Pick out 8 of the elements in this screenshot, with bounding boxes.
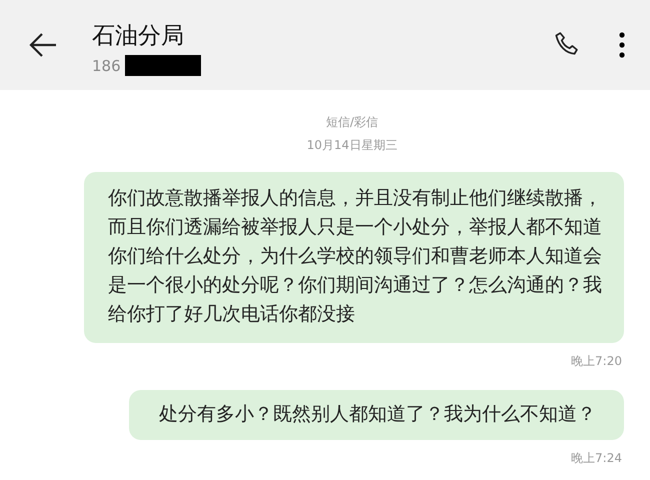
channel-label: 短信/彩信 <box>326 114 378 131</box>
message-bubble: 处分有多小？既然别人都知道了？我为什么不知道？ <box>129 390 624 440</box>
message-time: 晚上7:20 <box>571 353 622 370</box>
date-label: 10月14日星期三 <box>306 137 398 154</box>
phone-number: 186 <box>92 56 121 74</box>
contact-name: 石油分局 <box>92 22 185 51</box>
message-time: 晚上7:24 <box>571 450 622 467</box>
message-bubble: 你们故意散播举报人的信息，并且没有制止他们继续散播，而且你们透漏给被举报人只是一个小处分，举报人都不知道你们给什么处分，为什么学校的领导们和曹老师本人知道会是一个很小的处分呢？你们期间沟通过了？怎么沟通的？我给你打了好几次电话你都没接 <box>84 172 624 343</box>
